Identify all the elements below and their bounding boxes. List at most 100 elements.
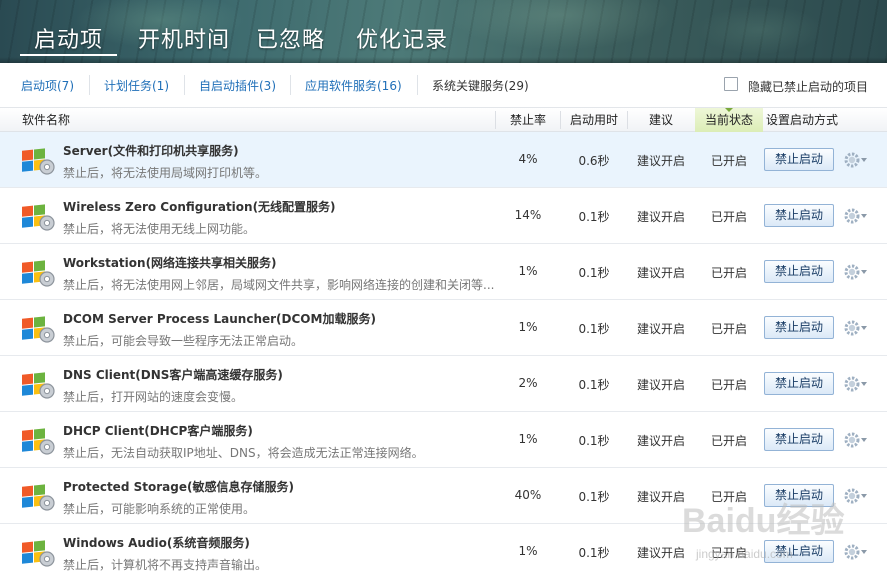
column-divider [495,111,496,129]
boot-time: 0.1秒 [578,266,610,280]
startup-manager-window: 启动项 开机时间 已忽略 优化记录 启动项(7) 计划任务(1) 自启动插件(3… [0,0,887,571]
service-title: Protected Storage(敏感信息存储服务) [63,480,294,494]
table-row[interactable]: DHCP Client(DHCP客户端服务) 禁止后，无法自动获取IP地址、DN… [0,412,887,468]
boot-time: 0.1秒 [578,546,610,560]
disable-startup-button[interactable]: 禁止启动 [764,372,834,395]
col-boot-time[interactable]: 启动用时 [562,108,626,132]
sort-arrow-icon [725,108,733,112]
current-status: 已开启 [710,378,747,392]
disable-rate: 4% [518,152,538,166]
disable-startup-button[interactable]: 禁止启动 [764,204,834,227]
windows-service-icon [22,372,55,399]
col-suggestion[interactable]: 建议 [628,108,694,132]
current-status: 已开启 [710,266,747,280]
col-set-mode: 设置启动方式 [765,113,838,127]
tab-startup-items[interactable]: 启动项 [19,22,118,56]
boot-time: 0.6秒 [578,154,610,168]
boot-time: 0.1秒 [578,378,610,392]
service-list: Server(文件和打印机共享服务) 禁止后，将无法使用局域网打印机等。 4% … [0,132,887,571]
suggestion: 建议开启 [636,210,685,224]
service-description: 禁止后，可能影响系统的正常使用。 [63,502,256,516]
disable-startup-button[interactable]: 禁止启动 [764,484,834,507]
table-row[interactable]: Protected Storage(敏感信息存储服务) 禁止后，可能影响系统的正… [0,468,887,524]
gear-dropdown-icon[interactable] [843,487,869,505]
table-row[interactable]: Workstation(网络连接共享相关服务) 禁止后，将无法使用网上邻居，局域… [0,244,887,300]
suggestion: 建议开启 [636,266,685,280]
table-row[interactable]: DNS Client(DNS客户端高速缓存服务) 禁止后，打开网站的速度会变慢。… [0,356,887,412]
current-status: 已开启 [710,546,747,560]
suggestion: 建议开启 [636,490,685,504]
disable-rate: 1% [518,432,538,446]
boot-time: 0.1秒 [578,434,610,448]
disable-startup-button[interactable]: 禁止启动 [764,540,834,563]
gear-dropdown-icon[interactable] [843,207,869,225]
gear-dropdown-icon[interactable] [843,263,869,281]
suggestion: 建议开启 [636,154,685,168]
column-divider [560,111,561,129]
service-description: 禁止后，计算机将不再支持声音输出。 [63,558,268,571]
tab-boot-time[interactable]: 开机时间 [138,22,230,54]
gear-dropdown-icon[interactable] [843,431,869,449]
col-software-name[interactable]: 软件名称 [22,108,70,132]
table-row[interactable]: Wireless Zero Configuration(无线配置服务) 禁止后，… [0,188,887,244]
windows-service-icon [22,204,55,231]
subtab-startup-items[interactable]: 启动项(7) [21,77,74,94]
disable-startup-button[interactable]: 禁止启动 [764,428,834,451]
col-current-status[interactable]: 当前状态 [695,108,763,132]
service-description: 禁止后，将无法使用局域网打印机等。 [63,166,268,180]
column-header: 软件名称 禁止率 启动用时 建议 当前状态 设置启动方式 [0,108,887,132]
service-description: 禁止后，可能会导致一些程序无法正常启动。 [63,334,304,348]
windows-service-icon [22,260,55,287]
disable-startup-button[interactable]: 禁止启动 [764,260,834,283]
hide-disabled-checkbox[interactable] [724,77,738,91]
service-title: Workstation(网络连接共享相关服务) [63,256,277,270]
disable-rate: 1% [518,320,538,334]
current-status: 已开启 [710,154,747,168]
sub-tab-bar: 启动项(7) 计划任务(1) 自启动插件(3) 应用软件服务(16) 系统关键服… [0,63,887,108]
subtab-app-services[interactable]: 应用软件服务(16) [305,77,402,94]
col-current-status-label: 当前状态 [704,113,753,127]
tab-ignored[interactable]: 已忽略 [256,22,325,54]
table-row[interactable]: Server(文件和打印机共享服务) 禁止后，将无法使用局域网打印机等。 4% … [0,132,887,188]
service-title: Windows Audio(系统音频服务) [63,536,250,550]
service-description: 禁止后，打开网站的速度会变慢。 [63,390,244,404]
boot-time: 0.1秒 [578,490,610,504]
windows-service-icon [22,148,55,175]
disable-rate: 1% [518,264,538,278]
gear-dropdown-icon[interactable] [843,319,869,337]
suggestion: 建议开启 [636,378,685,392]
gear-dropdown-icon[interactable] [843,543,869,561]
hide-disabled-label[interactable]: 隐藏已禁止启动的项目 [748,78,868,95]
service-title: Wireless Zero Configuration(无线配置服务) [63,200,336,214]
disable-rate: 1% [518,544,538,558]
current-status: 已开启 [710,434,747,448]
service-title: DCOM Server Process Launcher(DCOM加载服务) [63,312,376,326]
service-title: Server(文件和打印机共享服务) [63,144,239,158]
subtab-divider [417,75,418,95]
table-row[interactable]: DCOM Server Process Launcher(DCOM加载服务) 禁… [0,300,887,356]
disable-rate: 40% [514,488,542,502]
subtab-scheduled-tasks[interactable]: 计划任务(1) [104,77,169,94]
service-title: DNS Client(DNS客户端高速缓存服务) [63,368,283,382]
table-row[interactable]: Windows Audio(系统音频服务) 禁止后，计算机将不再支持声音输出。 … [0,524,887,571]
windows-service-icon [22,540,55,567]
subtab-system-services[interactable]: 系统关键服务(29) [432,77,529,94]
subtab-autostart-plugins[interactable]: 自启动插件(3) [199,77,276,94]
col-disable-rate[interactable]: 禁止率 [498,108,558,132]
gear-dropdown-icon[interactable] [843,375,869,393]
gear-dropdown-icon[interactable] [843,151,869,169]
disable-rate: 2% [518,376,538,390]
service-description: 禁止后，将无法使用网上邻居，局域网文件共享，影响网络连接的创建和关闭等... [63,278,495,292]
suggestion: 建议开启 [636,546,685,560]
current-status: 已开启 [710,210,747,224]
disable-rate: 14% [514,208,542,222]
boot-time: 0.1秒 [578,322,610,336]
suggestion: 建议开启 [636,322,685,336]
subtab-divider [89,75,90,95]
disable-startup-button[interactable]: 禁止启动 [764,316,834,339]
tab-optimize-history[interactable]: 优化记录 [356,22,448,54]
suggestion: 建议开启 [636,434,685,448]
service-description: 禁止后，无法自动获取IP地址、DNS，将会造成无法正常连接网络。 [63,446,424,460]
disable-startup-button[interactable]: 禁止启动 [764,148,834,171]
windows-service-icon [22,484,55,511]
